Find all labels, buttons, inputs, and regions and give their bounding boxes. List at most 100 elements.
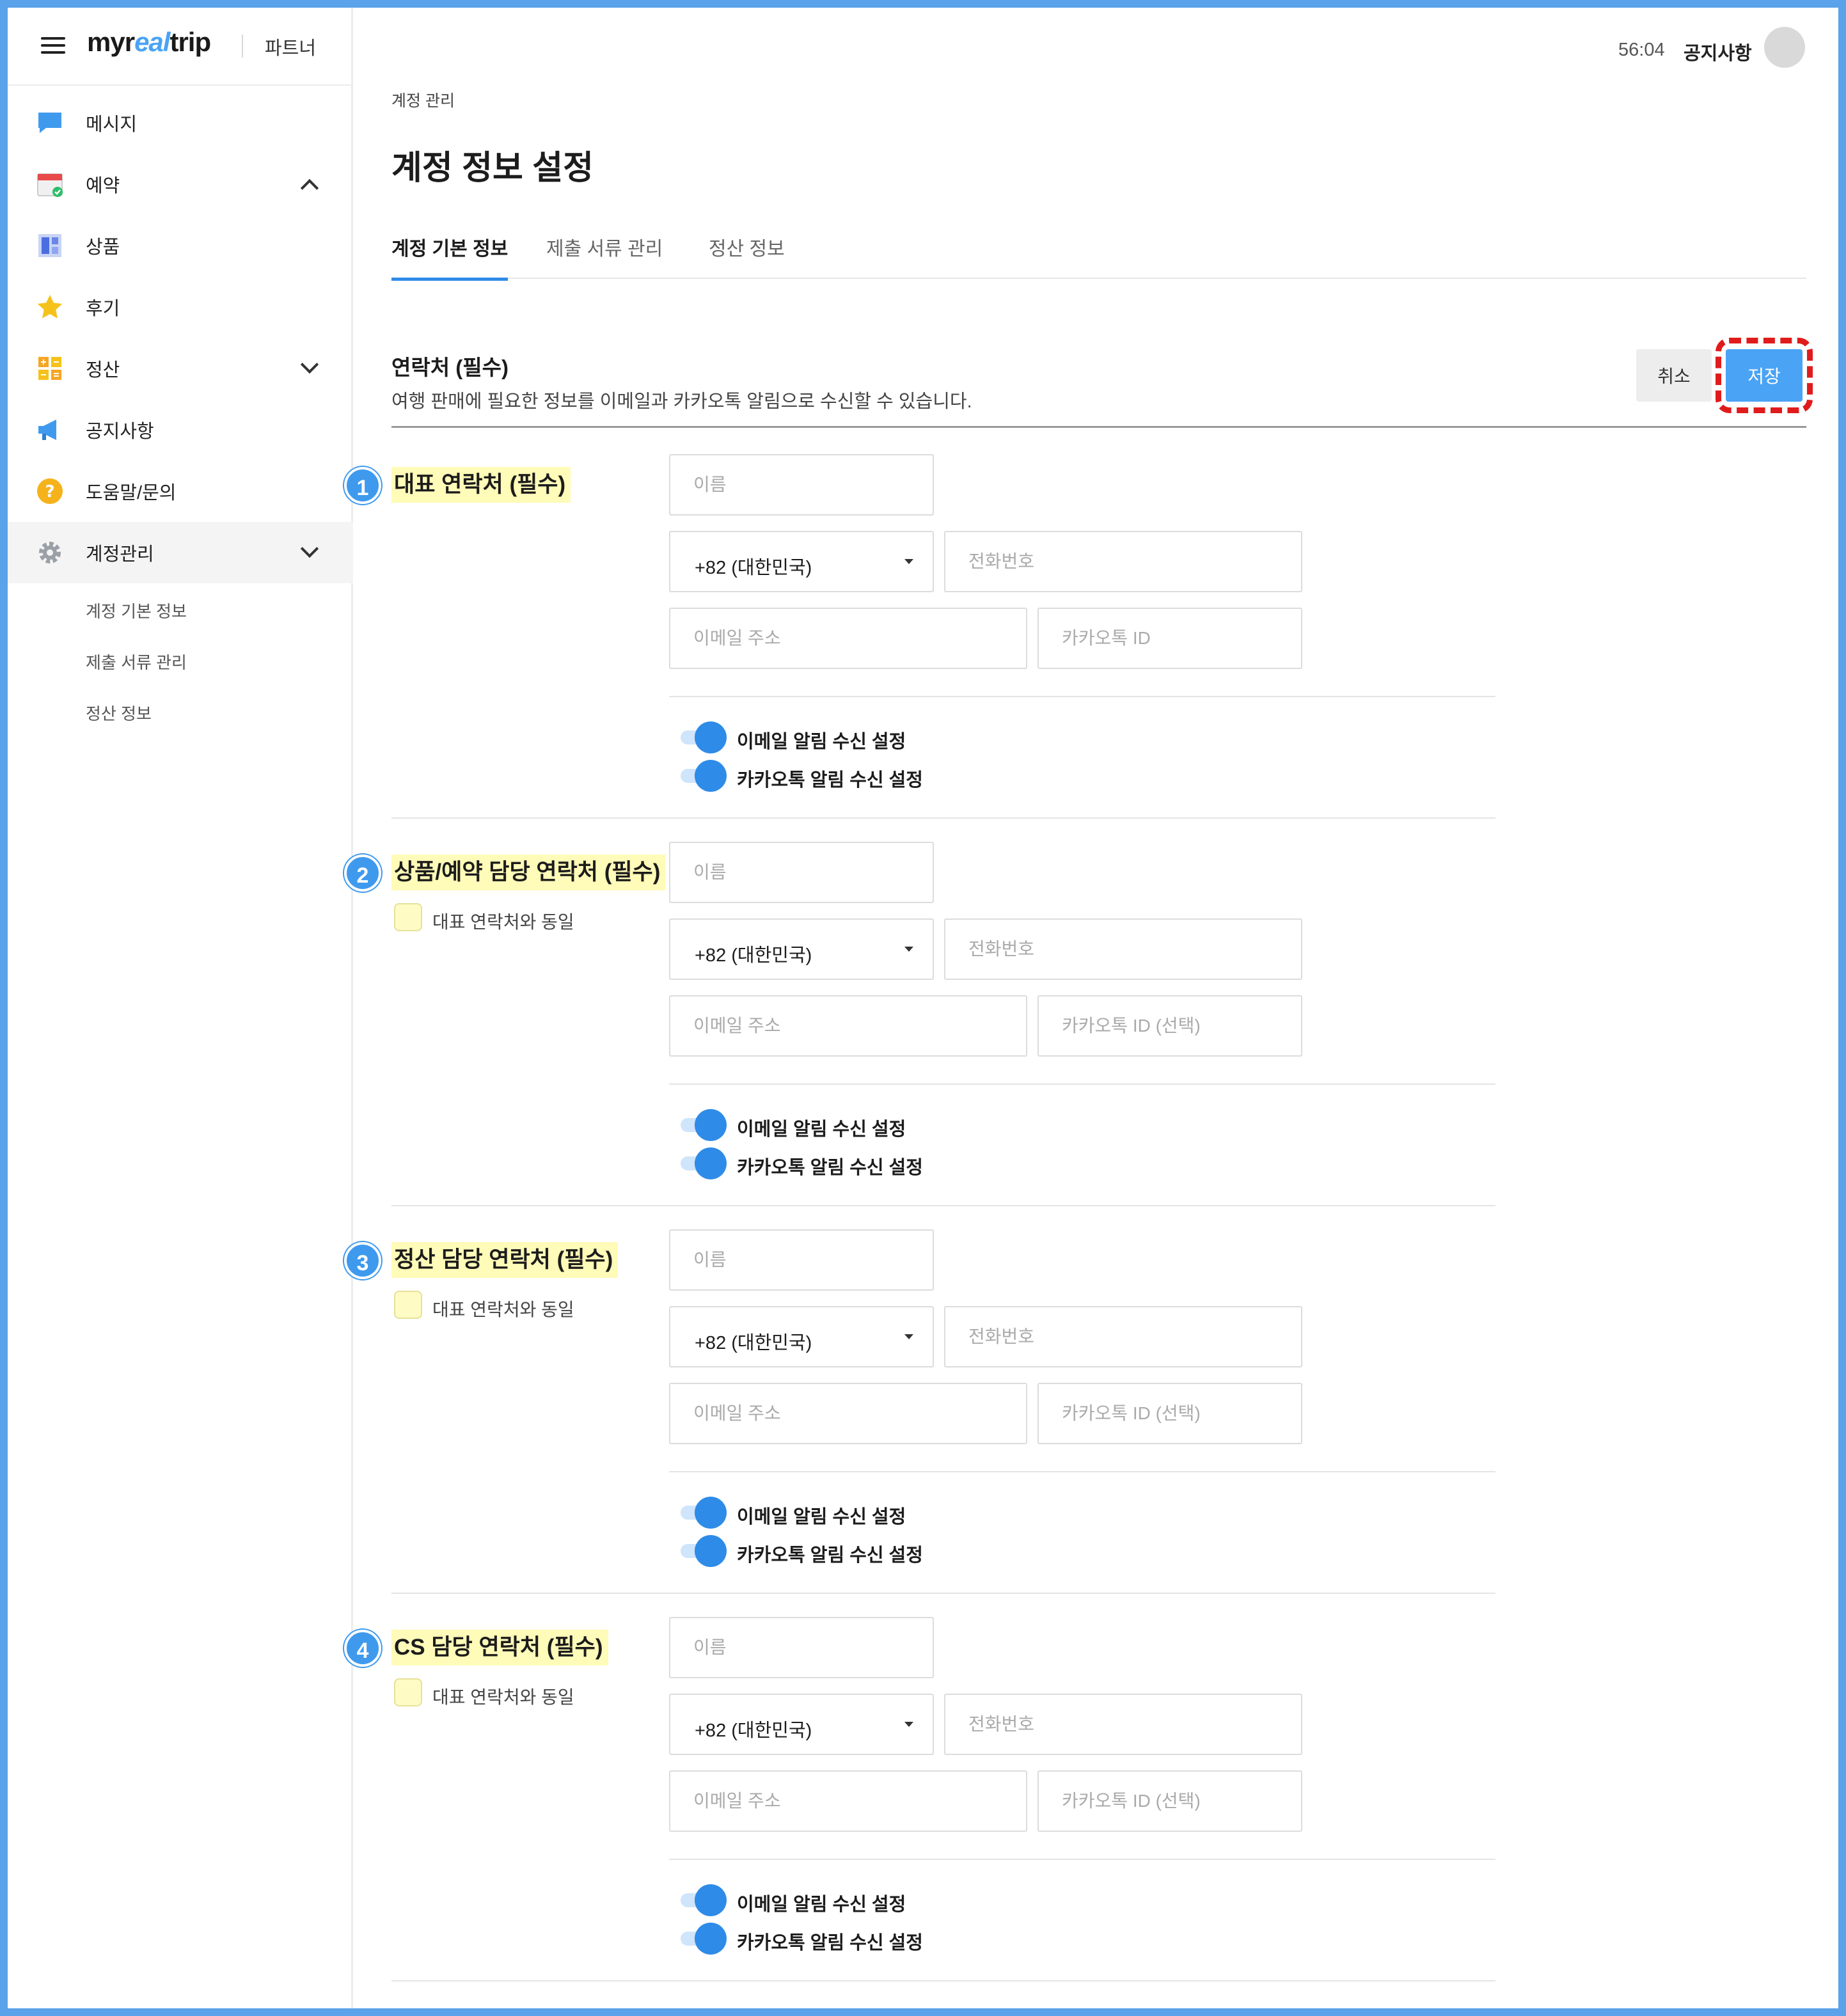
same-as-representative-checkbox[interactable] [394, 1678, 422, 1706]
kakao-id-input[interactable] [1037, 1770, 1302, 1832]
country-code-select[interactable]: +82 (대한민국) [669, 1306, 934, 1367]
email-notification-toggle[interactable] [675, 1884, 727, 1916]
kakao-notification-toggle[interactable] [675, 1923, 727, 1955]
email-notification-toggle[interactable] [675, 721, 727, 753]
block-divider [391, 1593, 1495, 1594]
toggle-knob [695, 721, 727, 753]
chevron-up-icon[interactable] [300, 178, 319, 198]
same-as-representative-checkbox[interactable] [394, 1291, 422, 1319]
tab-basic-info[interactable]: 계정 기본 정보 [391, 233, 509, 281]
message-icon [38, 113, 61, 133]
email-notification-toggle[interactable] [675, 1497, 727, 1529]
chevron-down-icon[interactable] [300, 355, 319, 374]
same-as-representative-checkbox[interactable] [394, 903, 422, 931]
email-notification-toggle[interactable] [675, 1109, 727, 1141]
caret-down-icon [904, 559, 913, 564]
logo-text-end: trip [170, 27, 211, 57]
country-code-value: +82 (대한민국) [695, 1721, 812, 1741]
name-input[interactable] [669, 454, 934, 516]
contact-block-product: 2 상품/예약 담당 연락처 (필수) 대표 연락처와 동일 +82 (대한민국… [8, 842, 1838, 1228]
section-description: 여행 판매에 필요한 정보를 이메일과 카카오톡 알림으로 수신할 수 있습니다… [391, 391, 972, 412]
contact-block-settlement: 3 정산 담당 연락처 (필수) 대표 연락처와 동일 +82 (대한민국) 이… [8, 1229, 1838, 1616]
brand-divider [242, 35, 243, 58]
country-code-select[interactable]: +82 (대한민국) [669, 1694, 934, 1755]
tab-settlement-info[interactable]: 정산 정보 [709, 233, 785, 278]
toggle-knob [695, 1109, 727, 1141]
country-code-select[interactable]: +82 (대한민국) [669, 531, 934, 592]
name-input[interactable] [669, 1229, 934, 1291]
calendar-icon [37, 173, 63, 197]
tab-documents[interactable]: 제출 서류 관리 [546, 233, 663, 278]
same-as-representative-label: 대표 연락처와 동일 [432, 1300, 574, 1319]
kakao-notification-toggle[interactable] [675, 1147, 727, 1179]
phone-input[interactable] [944, 1694, 1302, 1755]
email-input[interactable] [669, 1383, 1027, 1444]
caret-down-icon [904, 1722, 913, 1727]
email-notification-label: 이메일 알림 수신 설정 [737, 732, 906, 752]
country-code-value: +82 (대한민국) [695, 558, 812, 578]
kakao-id-input[interactable] [1037, 1383, 1302, 1444]
contact-label: 상품/예약 담당 연락처 (필수) [391, 854, 666, 890]
caret-down-icon [904, 947, 913, 952]
inner-divider [669, 696, 1495, 697]
cancel-button[interactable]: 취소 [1636, 349, 1712, 402]
kakao-notification-label: 카카오톡 알림 수신 설정 [737, 1158, 923, 1178]
step-number-badge: 4 [344, 1630, 381, 1667]
sidebar-item-label: 후기 [86, 299, 120, 319]
toggle-knob [695, 1884, 727, 1916]
notice-link[interactable]: 공지사항 [1684, 38, 1752, 65]
settlement-icon [38, 357, 61, 380]
email-notification-label: 이메일 알림 수신 설정 [737, 1119, 906, 1140]
sidebar-item-reservation[interactable]: 예약 [8, 154, 353, 215]
logo[interactable]: myrealtrip [87, 27, 211, 58]
phone-input[interactable] [944, 1306, 1302, 1367]
sidebar-item-label: 공지사항 [86, 421, 154, 442]
kakao-notification-toggle[interactable] [675, 1535, 727, 1567]
inner-divider [669, 1083, 1495, 1085]
menu-icon[interactable] [41, 36, 65, 55]
session-timer: 56:04 [1618, 40, 1665, 60]
block-divider [391, 1205, 1495, 1206]
sidebar-item-label: 예약 [86, 176, 120, 196]
sidebar-item-label: 정산 [86, 360, 120, 381]
kakao-notification-label: 카카오톡 알림 수신 설정 [737, 770, 923, 791]
country-code-value: +82 (대한민국) [695, 945, 812, 966]
contact-label: 대표 연락처 (필수) [391, 467, 571, 503]
email-notification-label: 이메일 알림 수신 설정 [737, 1894, 906, 1915]
name-input[interactable] [669, 842, 934, 903]
step-number-badge: 3 [344, 1242, 381, 1279]
sidebar-item-notice[interactable]: 공지사항 [8, 399, 353, 461]
phone-input[interactable] [944, 918, 1302, 980]
contact-block-cs: 4 CS 담당 연락처 (필수) 대표 연락처와 동일 +82 (대한민국) 이… [8, 1617, 1838, 2003]
email-input[interactable] [669, 1770, 1027, 1832]
contact-block-representative: 1 대표 연락처 (필수) +82 (대한민국) 이메일 알림 수신 설정 카카… [8, 454, 1838, 840]
sidebar-item-settlement[interactable]: 정산 [8, 338, 353, 399]
sidebar-item-label: 메시지 [86, 114, 138, 135]
name-input[interactable] [669, 1617, 934, 1678]
annotation-highlight [1716, 338, 1813, 413]
caret-down-icon [904, 1334, 913, 1339]
sidebar-item-review[interactable]: 후기 [8, 276, 353, 338]
step-number-badge: 2 [344, 854, 381, 892]
kakao-id-input[interactable] [1037, 995, 1302, 1057]
phone-input[interactable] [944, 531, 1302, 592]
toggle-knob [695, 1923, 727, 1955]
same-as-representative-label: 대표 연락처와 동일 [432, 912, 574, 932]
page-title: 계정 정보 설정 [391, 150, 594, 187]
step-number-badge: 1 [344, 467, 381, 504]
logo-text: myr [87, 27, 135, 57]
kakao-id-input[interactable] [1037, 608, 1302, 669]
section-title: 연락처 (필수) [391, 356, 509, 379]
contact-label: CS 담당 연락처 (필수) [391, 1630, 608, 1666]
sidebar-item-message[interactable]: 메시지 [8, 92, 353, 154]
toggle-knob [695, 1535, 727, 1567]
inner-divider [669, 1859, 1495, 1860]
email-input[interactable] [669, 995, 1027, 1057]
country-code-select[interactable]: +82 (대한민국) [669, 918, 934, 980]
same-as-representative-label: 대표 연락처와 동일 [432, 1687, 574, 1707]
inner-divider [669, 1471, 1495, 1472]
email-input[interactable] [669, 608, 1027, 669]
avatar[interactable] [1764, 27, 1805, 68]
sidebar-item-product[interactable]: 상품 [8, 215, 353, 276]
kakao-notification-toggle[interactable] [675, 760, 727, 792]
